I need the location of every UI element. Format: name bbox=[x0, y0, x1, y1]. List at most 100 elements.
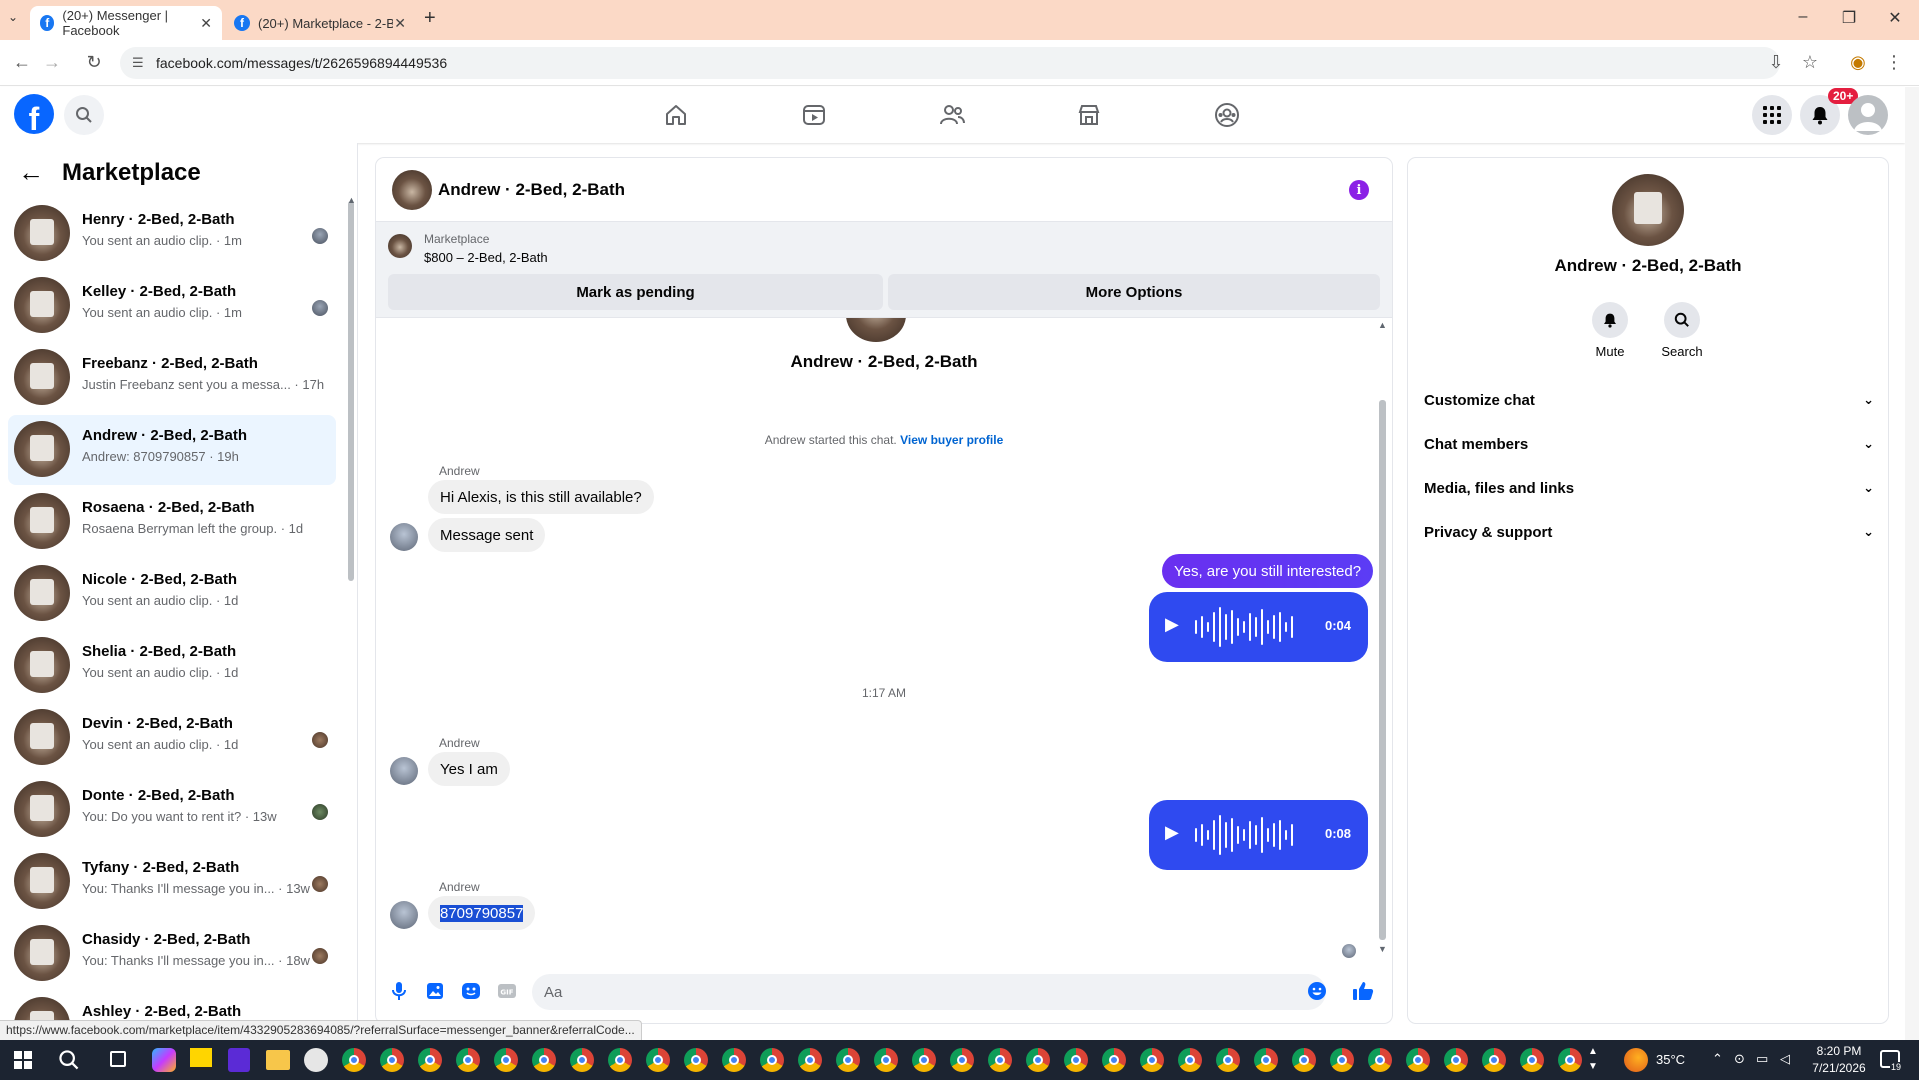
conversation-item[interactable]: Donte · 2-Bed, 2-Bath You: Do you want t… bbox=[8, 775, 336, 845]
scroll-up-arrow-icon[interactable]: ▲ bbox=[1378, 320, 1387, 330]
url-bar[interactable]: ☰ facebook.com/messages/t/26265968944495… bbox=[120, 47, 1780, 79]
customize-chat-section[interactable]: Customize chat ⌄ bbox=[1424, 382, 1874, 418]
profile-icon[interactable]: ◉ bbox=[1846, 52, 1870, 73]
chrome-icon[interactable] bbox=[418, 1048, 442, 1072]
sticker-icon[interactable] bbox=[460, 980, 482, 1002]
chrome-icon[interactable] bbox=[912, 1048, 936, 1072]
weather-icon[interactable] bbox=[1624, 1048, 1648, 1072]
audio-message[interactable]: ▶ 0:08 bbox=[1149, 800, 1368, 870]
chrome-icon[interactable] bbox=[798, 1048, 822, 1072]
chrome-icon[interactable] bbox=[1102, 1048, 1126, 1072]
video-icon[interactable] bbox=[798, 99, 830, 131]
marketplace-banner[interactable]: Marketplace $800 – 2-Bed, 2-Bath Mark as… bbox=[376, 222, 1392, 318]
conversation-item[interactable]: Tyfany · 2-Bed, 2-Bath You: Thanks I'll … bbox=[8, 847, 336, 917]
play-icon[interactable]: ▶ bbox=[1165, 614, 1179, 635]
weather-temperature[interactable]: 35°C bbox=[1656, 1052, 1685, 1067]
chrome-icon[interactable] bbox=[760, 1048, 784, 1072]
browser-menu-icon[interactable]: ⋮ bbox=[1882, 52, 1906, 73]
chrome-icon[interactable] bbox=[1178, 1048, 1202, 1072]
sidebar-scrollbar[interactable] bbox=[348, 201, 354, 581]
chrome-icon[interactable] bbox=[874, 1048, 898, 1072]
chrome-icon[interactable] bbox=[988, 1048, 1012, 1072]
chrome-icon[interactable] bbox=[1216, 1048, 1240, 1072]
tab-marketplace[interactable]: f (20+) Marketplace - 2-Bed, 2-B ✕ bbox=[224, 6, 416, 40]
bookmark-star-icon[interactable]: ☆ bbox=[1798, 52, 1822, 73]
new-tab-icon[interactable]: + bbox=[424, 7, 436, 30]
chrome-icon[interactable] bbox=[532, 1048, 556, 1072]
avatar[interactable] bbox=[392, 170, 432, 210]
app-icon[interactable] bbox=[228, 1048, 250, 1072]
chrome-icon[interactable] bbox=[1330, 1048, 1354, 1072]
search-icon[interactable] bbox=[64, 95, 104, 135]
conversation-item[interactable]: Kelley · 2-Bed, 2-Bath You sent an audio… bbox=[8, 271, 336, 341]
conversation-item[interactable]: Nicole · 2-Bed, 2-Bath You sent an audio… bbox=[8, 559, 336, 629]
facebook-logo[interactable]: f bbox=[14, 94, 54, 134]
chrome-icon[interactable] bbox=[722, 1048, 746, 1072]
chrome-icon[interactable] bbox=[836, 1048, 860, 1072]
conversation-item[interactable]: Rosaena · 2-Bed, 2-Bath Rosaena Berryman… bbox=[8, 487, 336, 557]
conversation-item[interactable]: Henry · 2-Bed, 2-Bath You sent an audio … bbox=[8, 199, 336, 269]
media-files-links-section[interactable]: Media, files and links ⌄ bbox=[1424, 470, 1874, 506]
chrome-icon[interactable] bbox=[1064, 1048, 1088, 1072]
chrome-icon[interactable] bbox=[456, 1048, 480, 1072]
copilot-icon[interactable] bbox=[152, 1048, 176, 1072]
scroll-down-arrow-icon[interactable]: ▼ bbox=[1378, 944, 1387, 954]
tab-messenger[interactable]: f (20+) Messenger | Facebook ✕ bbox=[30, 6, 222, 40]
chrome-icon[interactable] bbox=[1406, 1048, 1430, 1072]
windows-start-icon[interactable] bbox=[14, 1051, 32, 1074]
conversation-item[interactable]: Ashley · 2-Bed, 2-Bath bbox=[8, 991, 336, 1023]
menu-grid-icon[interactable] bbox=[1752, 95, 1792, 135]
scroll-up-arrow-icon[interactable]: ▲ bbox=[347, 195, 356, 205]
system-clock[interactable]: 8:20 PM 7/21/2026 bbox=[1804, 1043, 1874, 1077]
mute-button[interactable]: Mute bbox=[1580, 302, 1640, 359]
back-arrow-icon[interactable]: ← bbox=[18, 157, 44, 188]
chrome-icon[interactable] bbox=[1026, 1048, 1050, 1072]
chrome-icon[interactable] bbox=[950, 1048, 974, 1072]
tray-icon[interactable]: ⊙ bbox=[1734, 1051, 1745, 1067]
search-button[interactable]: Search bbox=[1652, 302, 1712, 359]
close-window-icon[interactable]: ✕ bbox=[1880, 8, 1910, 28]
emoji-icon[interactable] bbox=[1306, 980, 1328, 1002]
tab-list-chevron-icon[interactable]: ⌄ bbox=[8, 10, 18, 24]
chrome-icon[interactable] bbox=[1292, 1048, 1316, 1072]
search-icon[interactable] bbox=[58, 1049, 80, 1076]
conversation-item[interactable]: Devin · 2-Bed, 2-Bath You sent an audio … bbox=[8, 703, 336, 773]
task-view-icon[interactable] bbox=[110, 1051, 126, 1067]
info-icon[interactable]: i bbox=[1349, 180, 1369, 200]
chat-title[interactable]: Andrew · 2-Bed, 2-Bath bbox=[438, 180, 625, 200]
avatar[interactable] bbox=[1612, 174, 1684, 246]
chrome-icon[interactable] bbox=[684, 1048, 708, 1072]
home-icon[interactable] bbox=[660, 99, 692, 131]
thumbs-up-icon[interactable] bbox=[1352, 980, 1374, 1002]
gif-icon[interactable]: GIF bbox=[496, 980, 518, 1002]
chrome-icon[interactable] bbox=[1254, 1048, 1278, 1072]
conversation-item[interactable]: Shelia · 2-Bed, 2-Bath You sent an audio… bbox=[8, 631, 336, 701]
photo-icon[interactable] bbox=[424, 980, 446, 1002]
conversation-item[interactable]: Chasidy · 2-Bed, 2-Bath You: Thanks I'll… bbox=[8, 919, 336, 989]
volume-icon[interactable]: ◁ bbox=[1780, 1051, 1790, 1067]
mark-as-pending-button[interactable]: Mark as pending bbox=[388, 274, 883, 310]
close-tab-icon[interactable]: ✕ bbox=[200, 15, 212, 32]
chrome-icon[interactable] bbox=[380, 1048, 404, 1072]
chrome-icon[interactable] bbox=[1482, 1048, 1506, 1072]
thread-scrollbar[interactable] bbox=[1379, 400, 1386, 940]
chrome-icon[interactable] bbox=[608, 1048, 632, 1072]
close-tab-icon[interactable]: ✕ bbox=[394, 15, 406, 32]
chrome-icon[interactable] bbox=[1368, 1048, 1392, 1072]
account-avatar[interactable] bbox=[1848, 95, 1888, 135]
microphone-icon[interactable] bbox=[388, 980, 410, 1002]
sticky-notes-icon[interactable] bbox=[190, 1048, 212, 1070]
page-scrollbar[interactable] bbox=[1905, 87, 1919, 1040]
tray-chevron-up-icon[interactable]: ⌃ bbox=[1712, 1051, 1723, 1067]
chrome-icon[interactable] bbox=[646, 1048, 670, 1072]
chrome-icon[interactable] bbox=[1558, 1048, 1582, 1072]
chrome-icon[interactable] bbox=[1520, 1048, 1544, 1072]
message-input[interactable] bbox=[532, 974, 1326, 1010]
chrome-icon[interactable] bbox=[342, 1048, 366, 1072]
play-icon[interactable]: ▶ bbox=[1165, 822, 1179, 843]
friends-icon[interactable] bbox=[936, 99, 968, 131]
back-icon[interactable]: ← bbox=[10, 52, 34, 73]
selected-phone-number[interactable]: 8709790857 bbox=[440, 904, 524, 922]
chrome-icon[interactable] bbox=[494, 1048, 518, 1072]
audio-message[interactable]: ▶ 0:04 bbox=[1149, 592, 1368, 662]
